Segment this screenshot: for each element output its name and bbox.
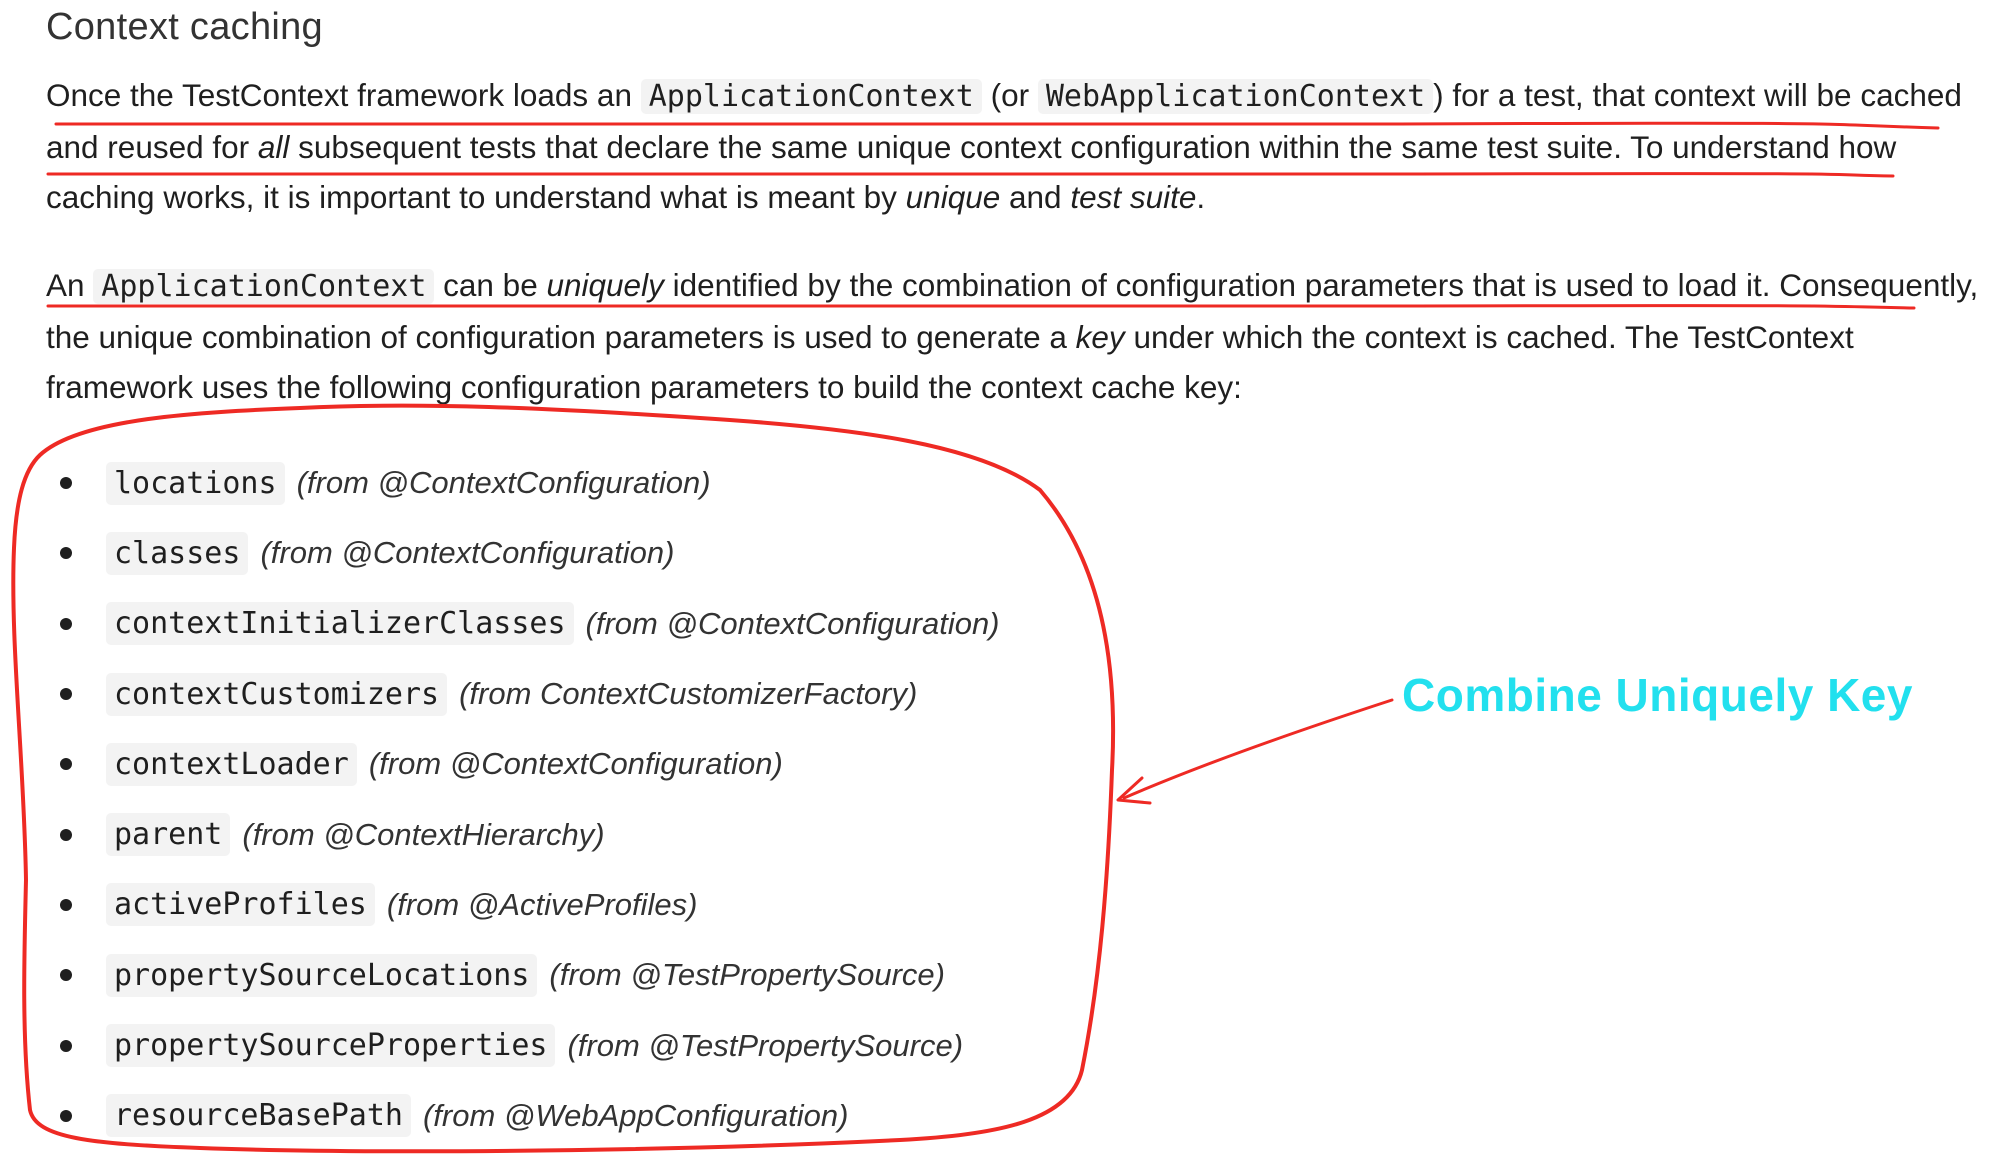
parameter-name: parent xyxy=(106,813,231,857)
list-item: propertySourceProperties (from @TestPrope… xyxy=(46,1010,1000,1080)
parameter-source: (from ContextCustomizerFactory) xyxy=(459,676,918,712)
paragraph-context-caching: Once the TestContext framework loads an … xyxy=(46,70,2006,222)
emphasis-text: all xyxy=(257,129,290,165)
section-heading: Context caching xyxy=(46,6,323,48)
parameter-source: (from @WebAppConfiguration) xyxy=(422,1097,849,1133)
inline-code: ApplicationContext xyxy=(93,269,435,304)
paragraph-text: Once the TestContext framework loads an xyxy=(46,77,641,113)
bullet-icon xyxy=(60,758,72,771)
parameter-source: (from @ContextHierarchy) xyxy=(242,816,605,852)
documentation-page: Context caching Once the TestContext fra… xyxy=(0,0,2012,1170)
list-item: activeProfiles (from @ActiveProfiles) xyxy=(46,870,1000,940)
config-parameter-list: locations (from @ContextConfiguration) cl… xyxy=(46,448,1000,1151)
list-item: contextInitializerClasses (from @ContextC… xyxy=(46,589,1000,659)
emphasis-text: uniquely xyxy=(546,267,664,303)
bullet-icon xyxy=(60,828,72,841)
list-item: parent (from @ContextHierarchy) xyxy=(46,799,1000,869)
list-item: locations (from @ContextConfiguration) xyxy=(46,448,1000,518)
paragraph-text: . xyxy=(1196,179,1206,215)
annotation-arrow xyxy=(1122,698,1394,800)
parameter-source: (from @ActiveProfiles) xyxy=(386,886,698,922)
parameter-name: propertySourceLocations xyxy=(106,953,538,997)
parameter-source: (from @TestPropertySource) xyxy=(567,1027,964,1063)
list-item: contextLoader (from @ContextConfiguration… xyxy=(46,729,1000,799)
paragraph-text: An xyxy=(46,267,94,303)
bullet-icon xyxy=(60,898,72,911)
emphasis-text: key xyxy=(1075,319,1125,355)
parameter-name: contextInitializerClasses xyxy=(106,602,574,646)
parameter-source: (from @ContextConfiguration) xyxy=(368,746,783,782)
paragraph-text: (or xyxy=(981,77,1038,113)
list-item: contextCustomizers (from ContextCustomize… xyxy=(46,659,1000,729)
bullet-icon xyxy=(60,547,72,560)
bullet-icon xyxy=(60,969,72,982)
parameter-name: propertySourceProperties xyxy=(106,1024,556,1068)
parameter-source: (from @ContextConfiguration) xyxy=(296,465,711,501)
parameter-source: (from @ContextConfiguration) xyxy=(585,605,1000,641)
parameter-name: resourceBasePath xyxy=(106,1094,411,1138)
arrow-head xyxy=(1116,776,1152,805)
list-item: resourceBasePath (from @WebAppConfigurati… xyxy=(46,1081,1000,1151)
bullet-icon xyxy=(60,1109,72,1122)
parameter-source: (from @ContextConfiguration) xyxy=(260,535,675,571)
emphasis-text: unique xyxy=(905,179,1001,215)
parameter-name: contextCustomizers xyxy=(106,672,448,716)
bullet-icon xyxy=(60,617,72,630)
inline-code: ApplicationContext xyxy=(640,79,982,114)
parameter-name: locations xyxy=(106,461,285,505)
bullet-icon xyxy=(60,688,72,701)
paragraph-cache-key: An ApplicationContext can be uniquely id… xyxy=(46,260,2006,412)
parameter-source: (from @TestPropertySource) xyxy=(549,957,945,993)
annotation-label: Combine Uniquely Key xyxy=(1402,669,1913,721)
paragraph-text: can be xyxy=(434,267,547,303)
list-item: propertySourceLocations (from @TestProper… xyxy=(46,940,1000,1010)
parameter-name: classes xyxy=(106,531,249,575)
paragraph-text: and xyxy=(1000,179,1071,215)
bullet-icon xyxy=(60,477,72,490)
inline-code: WebApplicationContext xyxy=(1037,79,1434,114)
list-item: classes (from @ContextConfiguration) xyxy=(46,518,1000,588)
emphasis-text: test suite xyxy=(1070,179,1197,215)
parameter-name: activeProfiles xyxy=(106,883,375,927)
bullet-icon xyxy=(60,1039,72,1052)
parameter-name: contextLoader xyxy=(106,742,357,786)
